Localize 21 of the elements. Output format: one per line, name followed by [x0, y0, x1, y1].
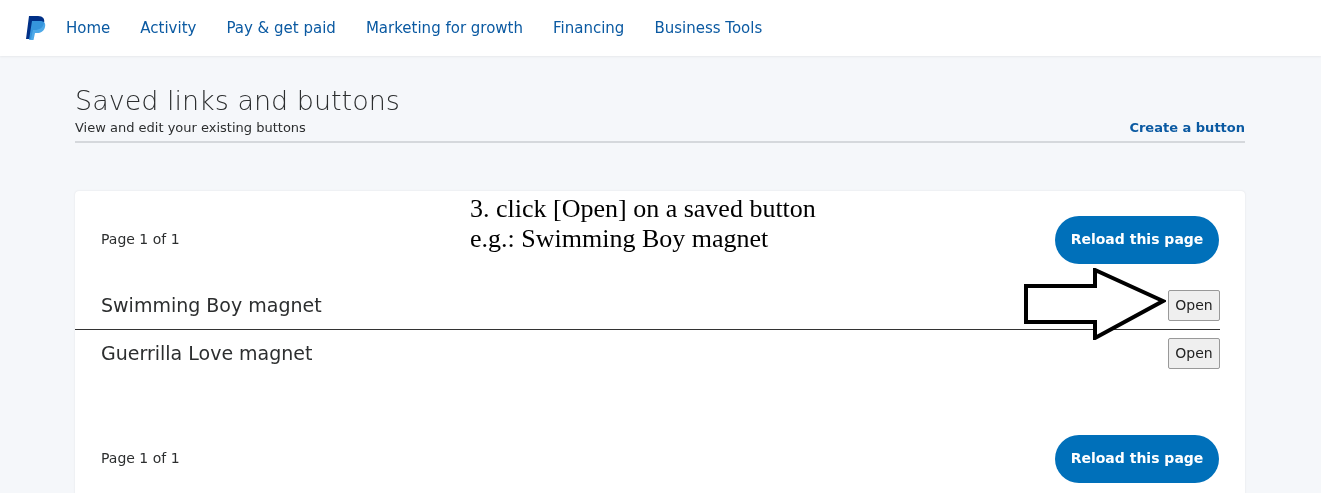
- nav-link[interactable]: Marketing for growth: [365, 16, 523, 40]
- open-button[interactable]: Open: [1168, 338, 1220, 369]
- page-count: Page 1 of 1: [101, 449, 180, 468]
- page-title: Saved links and buttons: [75, 84, 400, 118]
- saved-button-name: Guerrilla Love magnet: [101, 341, 313, 367]
- page-subtitle: View and edit your existing buttons: [75, 119, 307, 137]
- saved-button-name: Swimming Boy magnet: [101, 292, 322, 318]
- annotation-text: e.g.: Swimming Boy magnet: [470, 223, 770, 254]
- nav-link[interactable]: Financing: [553, 16, 625, 40]
- nav-link[interactable]: Business Tools: [654, 16, 763, 40]
- logo-icon: [24, 15, 46, 41]
- reload-button[interactable]: Reload this page: [1055, 215, 1219, 264]
- nav-link[interactable]: Home: [66, 16, 111, 40]
- arrow-icon: [1024, 267, 1166, 340]
- create-button-link[interactable]: Create a button: [1129, 118, 1245, 138]
- nav-link[interactable]: Pay & get paid: [226, 16, 336, 40]
- reload-button[interactable]: Reload this page: [1055, 434, 1219, 483]
- annotation-text: 3. click [Open] on a saved button: [470, 193, 816, 224]
- open-button[interactable]: Open: [1168, 289, 1220, 321]
- page-count: Page 1 of 1: [101, 230, 180, 249]
- nav-link[interactable]: Activity: [140, 16, 197, 40]
